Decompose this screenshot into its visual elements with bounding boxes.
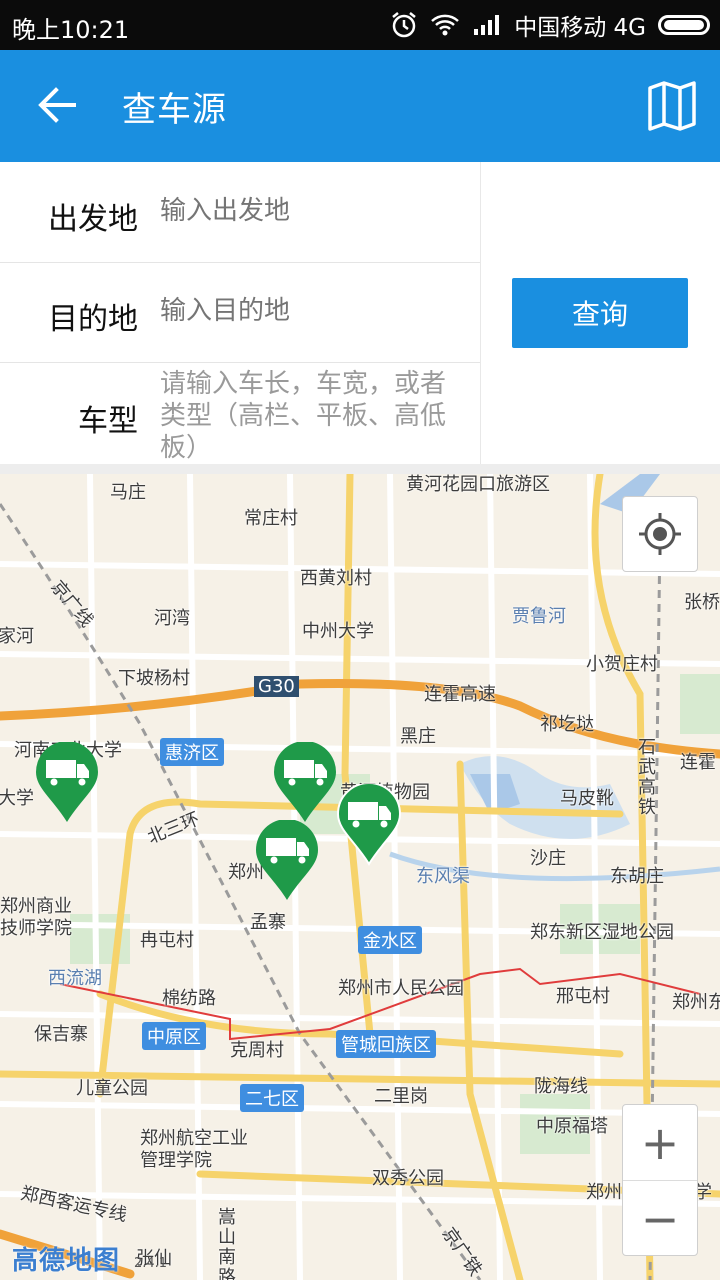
map-label: 西黄刘村 <box>300 568 372 589</box>
amap-logo: 高德地图 <box>12 1246 121 1276</box>
query-button[interactable]: 查询 <box>512 278 688 348</box>
zoom-out-button[interactable]: − <box>623 1181 697 1256</box>
page-title: 查车源 <box>122 90 227 130</box>
map-label: 大学 <box>0 788 34 809</box>
map-label: 陇海线 <box>534 1076 588 1097</box>
wifi-icon <box>431 14 460 36</box>
map-label: 冉屯村 <box>140 930 194 951</box>
zoom-control: + − <box>622 1104 698 1256</box>
vehicle-input[interactable]: 请输入车长，车宽，或者类型（高栏、平板、高低板） <box>160 368 470 464</box>
origin-row: 出发地 <box>0 162 480 263</box>
zoom-in-button[interactable]: + <box>623 1105 697 1181</box>
district-tag: 二七区 <box>240 1084 304 1112</box>
district-tag: 中原区 <box>142 1022 206 1050</box>
origin-input[interactable] <box>160 196 470 226</box>
map-view[interactable]: 黄河花园口旅游区 马庄 常庄村 西黄刘村 河湾 家河 中州大学 贾鲁河 张桥 小… <box>0 474 720 1280</box>
map-label: 连霍 <box>680 752 716 773</box>
status-right: 中国移动 4G <box>390 8 710 42</box>
map-label: 张桥 <box>684 592 720 613</box>
destination-label: 目的地 <box>48 302 138 337</box>
map-label: 祁圪垯 <box>540 714 594 735</box>
vehicle-row: 车型 请输入车长，车宽，或者类型（高栏、平板、高低板） <box>0 362 480 464</box>
map-label: 西流湖 <box>48 968 102 989</box>
map-label: 连霍高速 <box>424 684 496 705</box>
alarm-icon <box>392 12 416 38</box>
map-label: 郑东新区湿地公园 <box>530 922 674 943</box>
vehicle-label: 车型 <box>78 404 138 439</box>
map-label: 郑州商业技师学院 <box>0 896 72 939</box>
truck-marker-icon[interactable] <box>34 742 100 824</box>
map-label: 马皮靴 <box>560 788 614 809</box>
map-label: 黄河花园口旅游区 <box>406 474 550 495</box>
map-label: 中原福塔 <box>536 1116 608 1137</box>
map-label: 郑州东 <box>672 992 720 1013</box>
map-label: 东胡庄 <box>610 866 664 887</box>
district-tag: 金水区 <box>358 926 422 954</box>
truck-marker-icon[interactable] <box>254 820 320 902</box>
map-label: 郑州市人民公园 <box>338 978 464 999</box>
truck-marker-icon[interactable] <box>272 742 338 824</box>
map-label: 嵩山南路 <box>218 1207 236 1280</box>
map-icon[interactable] <box>646 80 698 132</box>
arrow-left-icon[interactable] <box>36 84 78 126</box>
map-label: 棉纺路 <box>162 988 216 1009</box>
signal-icon <box>474 15 500 35</box>
map-label: 二里岗 <box>374 1086 428 1107</box>
map-label: 儿童公园 <box>76 1078 148 1099</box>
map-label: 克周村 <box>230 1040 284 1061</box>
map-label: 马庄 <box>110 482 146 503</box>
map-label: 家河 <box>0 626 34 647</box>
search-form: 出发地 目的地 车型 请输入车长，车宽，或者类型（高栏、平板、高低板） 查询 <box>0 162 720 464</box>
carrier-label: 中国移动 4G <box>514 15 646 41</box>
map-label: 沙庄 <box>530 848 566 869</box>
map-label: 郑州航空工业管理学院 <box>140 1128 248 1171</box>
map-label: 下坡杨村 <box>118 668 190 689</box>
locate-button[interactable] <box>622 496 698 572</box>
map-label: G30 <box>254 676 299 697</box>
map-label: 双秀公园 <box>372 1168 444 1189</box>
origin-label: 出发地 <box>48 202 138 237</box>
map-label: 常庄村 <box>244 508 298 529</box>
app-bar: 查车源 <box>0 50 720 162</box>
map-label: 石武高铁 <box>638 737 656 818</box>
destination-input[interactable] <box>160 296 470 326</box>
map-label: 河湾 <box>154 608 190 629</box>
status-time: 晚上10:21 <box>12 16 130 44</box>
section-gap <box>0 464 720 474</box>
map-label: 保吉寨 <box>34 1024 88 1045</box>
map-label: 中州大学 <box>302 621 374 642</box>
map-label: 孟寨 <box>250 912 286 933</box>
status-bar: 晚上10:21 中国移动 4G <box>0 0 720 50</box>
map-label: 黑庄 <box>400 726 436 747</box>
amap-version: 2.4.1 <box>134 1256 168 1271</box>
district-tag: 惠济区 <box>160 738 224 766</box>
battery-icon <box>658 15 710 35</box>
form-divider <box>480 162 481 464</box>
map-label: 东风渠 <box>416 866 470 887</box>
truck-marker-icon[interactable] <box>336 784 402 866</box>
map-label: 邢屯村 <box>556 986 610 1007</box>
district-tag: 管城回族区 <box>336 1030 436 1058</box>
map-label: 贾鲁河 <box>512 606 566 627</box>
destination-row: 目的地 <box>0 262 480 363</box>
map-label: 小贺庄村 <box>586 654 658 675</box>
crosshair-icon <box>639 513 681 555</box>
